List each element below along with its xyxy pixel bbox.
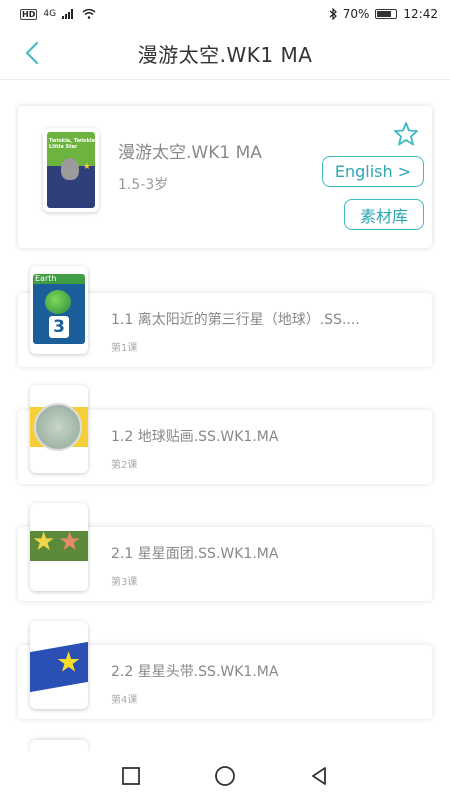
lesson-title: 1.1 离太阳近的第三行星（地球）.SS....	[111, 312, 360, 328]
system-nav-bar	[0, 752, 450, 800]
star-icon: ★	[58, 527, 82, 557]
cover-art: Twinkle, Twinkle Little Star ★	[47, 132, 95, 208]
status-left: HD 4G	[20, 8, 96, 20]
earth-label: Earth	[35, 274, 57, 283]
lesson-title: 2.1 星星面团.SS.WK1.MA	[111, 546, 279, 562]
world-map-icon	[34, 403, 82, 451]
lesson-thumbnail-5[interactable]	[30, 740, 88, 752]
battery-icon	[375, 9, 398, 19]
chevron-left-icon[interactable]	[18, 38, 48, 68]
star-icon: ★	[56, 645, 82, 679]
battery-percent: 70%	[342, 7, 370, 21]
lesson-number: 第4课	[111, 695, 138, 706]
course-name: 漫游太空.WK1 MA	[118, 143, 262, 163]
bluetooth-icon	[329, 8, 337, 20]
mouse-figure	[61, 158, 79, 180]
globe-icon	[45, 290, 71, 314]
wifi-icon	[82, 9, 96, 19]
square-icon[interactable]	[119, 764, 143, 788]
map-plate-art	[30, 403, 88, 451]
star-dough-art: ★ ★	[30, 527, 88, 561]
app-header: 漫游太空.WK1 MA	[0, 28, 450, 80]
star-headband-art: ★	[30, 641, 88, 693]
lesson-thumbnail-3[interactable]: ★ ★	[30, 503, 88, 591]
status-bar: HD 4G 70% 12:42	[0, 0, 450, 28]
signal-icon	[62, 9, 74, 19]
clock: 12:42	[403, 7, 438, 21]
hd-badge: HD	[20, 8, 38, 20]
earth-art: Earth 3	[33, 274, 85, 344]
star-icon: ★	[82, 162, 91, 172]
lesson-thumbnail-1[interactable]: Earth 3	[30, 266, 88, 354]
lesson-title: 1.2 地球贴画.SS.WK1.MA	[111, 429, 279, 445]
course-cover[interactable]: Twinkle, Twinkle Little Star ★	[43, 128, 99, 212]
circle-icon[interactable]	[213, 764, 237, 788]
lesson-number: 第1课	[111, 343, 138, 354]
thumb-number: 3	[49, 316, 69, 338]
lesson-thumbnail-4[interactable]: ★	[30, 621, 88, 709]
status-right: 70% 12:42	[329, 7, 438, 21]
cover-title: Twinkle, Twinkle Little Star	[49, 138, 95, 150]
star-icon: ★	[32, 527, 56, 557]
course-card: Twinkle, Twinkle Little Star ★ 漫游太空.WK1 …	[18, 106, 432, 248]
course-age: 1.5-3岁	[118, 177, 169, 193]
signal-label: 4G	[43, 9, 57, 19]
triangle-back-icon[interactable]	[307, 764, 331, 788]
lesson-title: 2.2 星星头带.SS.WK1.MA	[111, 664, 279, 680]
page-title: 漫游太空.WK1 MA	[137, 43, 313, 67]
star-outline-icon[interactable]	[392, 120, 420, 148]
material-library-button[interactable]: 素材库	[344, 199, 424, 230]
lesson-number: 第2课	[111, 460, 138, 471]
lesson-number: 第3课	[111, 577, 138, 588]
english-button[interactable]: English >	[322, 156, 424, 187]
lesson-thumbnail-2[interactable]	[30, 385, 88, 473]
